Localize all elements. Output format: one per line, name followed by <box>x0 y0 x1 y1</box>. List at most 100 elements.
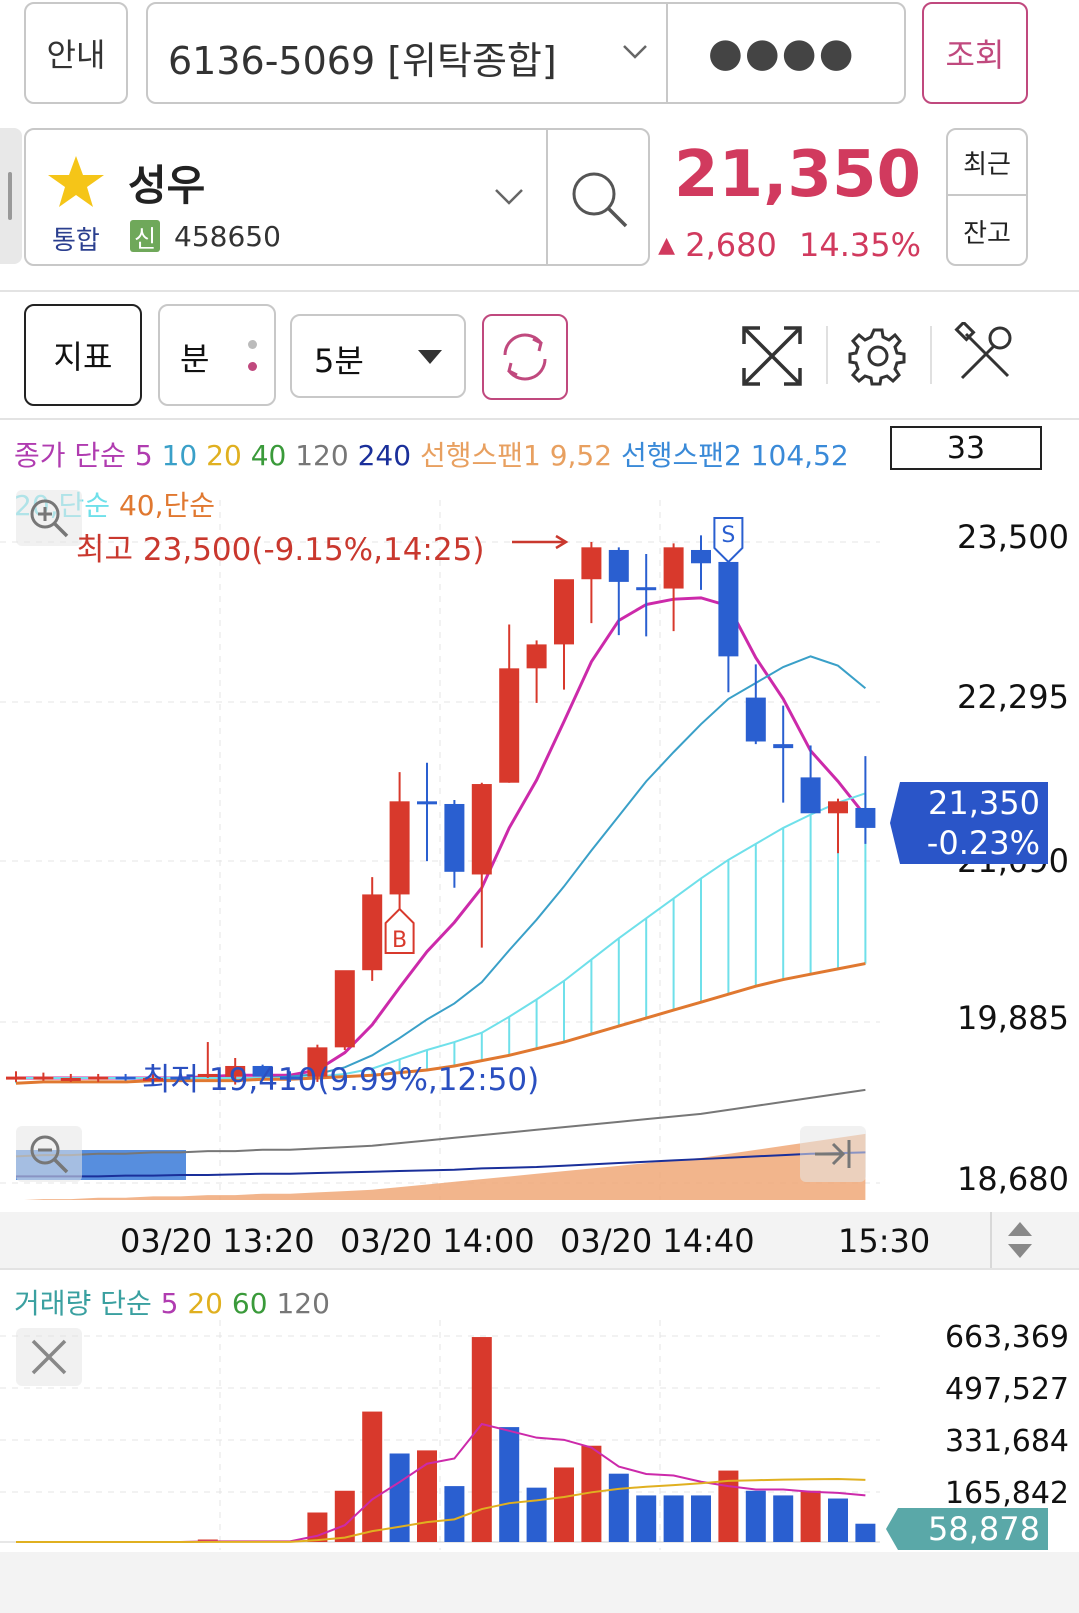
guide-button[interactable]: 안내 <box>24 2 128 104</box>
change-percent: 14.35% <box>798 226 921 264</box>
volume-bar <box>499 1427 520 1542</box>
volume-title: 거래량 단순 <box>14 1287 152 1320</box>
ma-line-10 <box>16 655 867 1079</box>
candle-body <box>718 561 739 657</box>
tag-change: -0.23% <box>926 824 1040 862</box>
legend-ma10: 10 <box>161 439 198 472</box>
volume-tick-label: 663,369 <box>944 1320 1069 1355</box>
zoom-in-icon[interactable] <box>16 490 82 546</box>
legend-ma40: 40 <box>250 439 287 472</box>
tools-icon[interactable] <box>954 322 1018 386</box>
indicator-button[interactable]: 지표 <box>24 304 142 406</box>
chevron-down-icon <box>495 189 523 205</box>
tag-volume: 58,878 <box>928 1510 1040 1548</box>
candle-body <box>691 549 711 564</box>
x-tick-label: 03/20 14:00 <box>340 1222 535 1260</box>
candle-body <box>471 784 492 875</box>
candle-count-box[interactable]: 33 <box>890 426 1042 470</box>
account-text: 6136-5069 [위탁종합] <box>168 39 557 83</box>
legend-span1: 선행스팬1 9,52 <box>419 439 613 472</box>
volume-bar <box>554 1467 574 1542</box>
password-field[interactable]: ●●●● <box>708 30 856 76</box>
current-price: 21,350 <box>674 138 921 212</box>
account-selector[interactable]: 6136-5069 [위탁종합] ●●●● <box>146 2 906 104</box>
stock-name: 성우 <box>128 161 206 210</box>
candle-body <box>115 1076 136 1080</box>
period-label: 분 <box>180 340 210 378</box>
x-tick-label: 03/20 13:20 <box>120 1222 315 1260</box>
up-arrow-icon: ▲ <box>658 233 676 258</box>
balance-button[interactable]: 잔고 <box>948 198 1026 264</box>
candle-body <box>60 1077 81 1081</box>
fullscreen-icon[interactable] <box>740 324 804 388</box>
recent-button[interactable]: 최근 <box>948 130 1026 196</box>
change-value: 2,680 <box>685 226 777 264</box>
volume-tick-label: 331,684 <box>944 1424 1069 1459</box>
x-tick-label: 15:30 <box>838 1222 931 1260</box>
volume-bar-chart[interactable] <box>0 1320 880 1550</box>
candle-body <box>499 668 520 783</box>
candle-body <box>745 697 766 742</box>
dropdown-arrow-icon <box>418 350 442 364</box>
candle-body <box>334 970 355 1048</box>
scroll-to-end-icon[interactable] <box>800 1126 866 1182</box>
period-dot-icon <box>248 362 257 371</box>
interval-label: 5분 <box>314 342 364 380</box>
zoom-out-icon[interactable] <box>16 1126 82 1182</box>
guide-label: 안내 <box>46 36 106 74</box>
chevron-down-icon <box>623 45 647 59</box>
volume-tick-label: 165,842 <box>944 1476 1069 1511</box>
time-axis[interactable]: 03/20 13:20 03/20 14:00 03/20 14:40 15:3… <box>0 1212 1079 1268</box>
resize-handle-icon[interactable] <box>1006 1220 1034 1260</box>
market-label: 통합 <box>52 226 100 256</box>
period-button[interactable]: 분 <box>158 304 276 406</box>
volume-bar <box>745 1490 766 1542</box>
candle-body <box>636 587 657 591</box>
y-tick-label: 22,295 <box>957 678 1069 716</box>
search-icon[interactable] <box>568 168 630 230</box>
candle-body <box>855 807 876 828</box>
y-tick-label: 19,885 <box>957 999 1069 1037</box>
volume-bar <box>444 1486 465 1542</box>
volume-ma5: 5 <box>160 1287 179 1320</box>
legend-ma240: 240 <box>357 439 412 472</box>
legend-ma20: 20 <box>206 439 242 472</box>
volume-bar <box>608 1473 629 1542</box>
inquiry-button[interactable]: 조회 <box>922 2 1028 104</box>
volume-bar <box>691 1495 711 1542</box>
volume-legend[interactable]: 거래량 단순 5 20 60 120 <box>14 1282 330 1322</box>
balance-label: 잔고 <box>963 218 1011 249</box>
volume-bar <box>334 1490 355 1542</box>
candle-body <box>608 549 629 582</box>
volume-ma120: 120 <box>276 1287 330 1320</box>
recent-label: 최근 <box>963 149 1011 180</box>
candle-body <box>362 894 383 971</box>
settings-gear-icon[interactable] <box>846 324 910 388</box>
low-annotation: 최저 19,410(9.99%,12:50) <box>142 1062 540 1098</box>
inquiry-label: 조회 <box>945 36 1005 74</box>
stock-selector[interactable]: 성우 통합 신 458650 <box>24 128 650 266</box>
candle-body <box>828 801 848 814</box>
candle-body <box>663 547 684 589</box>
interval-select[interactable]: 5분 <box>290 314 466 398</box>
legend-span2: 선행스팬2 104,52 <box>620 439 849 472</box>
legend-ma120: 120 <box>295 439 349 472</box>
candle-body <box>800 777 821 814</box>
ma-legend[interactable]: 종가 단순 5 10 20 40 120 240 선행스팬1 9,52 선행스팬… <box>14 434 849 474</box>
star-icon[interactable] <box>46 154 106 210</box>
side-handle[interactable] <box>0 128 22 264</box>
period-dot-icon <box>248 340 257 349</box>
candle-body <box>581 547 602 580</box>
volume-ma20: 20 <box>187 1287 223 1320</box>
x-tick-label: 03/20 14:40 <box>560 1222 755 1260</box>
refresh-button[interactable] <box>482 314 568 400</box>
recent-balance-toggle[interactable]: 최근 잔고 <box>946 128 1028 266</box>
candle-count: 33 <box>946 430 986 466</box>
price-change: ▲ 2,680 14.35% <box>658 226 921 264</box>
candle-body <box>417 801 437 805</box>
candle-body <box>554 579 574 645</box>
volume-ma60: 60 <box>231 1287 268 1320</box>
volume-bar <box>636 1495 657 1542</box>
candle-body <box>6 1076 26 1080</box>
tag-price: 21,350 <box>928 784 1040 822</box>
